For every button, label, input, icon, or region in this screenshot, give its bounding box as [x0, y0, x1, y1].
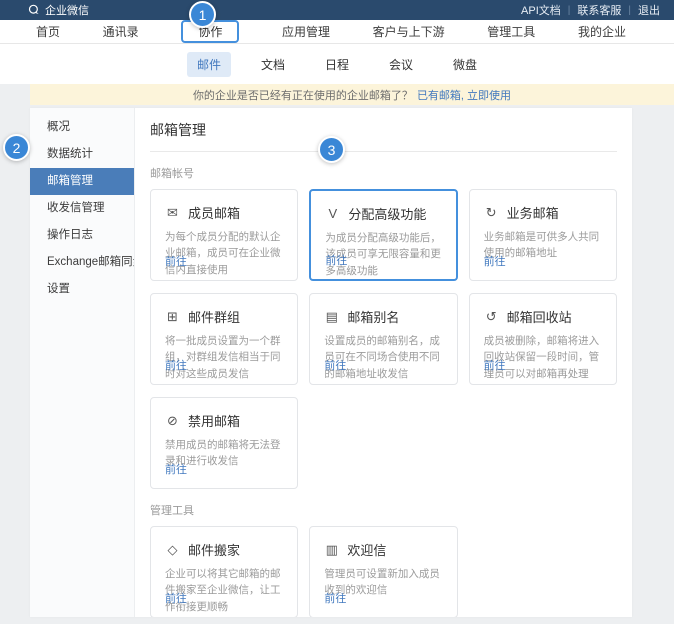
- notice-text: 你的企业是否已经有正在使用的企业邮箱了？: [193, 87, 413, 103]
- card-title: 业务邮箱: [507, 203, 559, 222]
- sidebar-item-mailbox-management[interactable]: 邮箱管理: [30, 168, 134, 195]
- card-title: 分配高级功能: [348, 204, 426, 223]
- card-title: 邮箱别名: [347, 307, 399, 326]
- card-advanced-features: V 分配高级功能 为成员分配高级功能后，该成员可享无限容量和更多高级功能 前往: [309, 189, 457, 281]
- card-title: 成员邮箱: [188, 203, 240, 222]
- main-nav: 首页 通讯录 协作 应用管理 客户与上下游 管理工具 我的企业: [0, 20, 674, 44]
- tab-calendar[interactable]: 日程: [315, 52, 359, 77]
- alias-doc-icon: ▤: [324, 309, 339, 325]
- tab-drive[interactable]: 微盘: [443, 52, 487, 77]
- card-business-mailbox: ↻ 业务邮箱 业务邮箱是可供多人共同使用的邮箱地址 前往: [469, 189, 617, 281]
- nav-item-admin-tools[interactable]: 管理工具: [487, 23, 535, 40]
- mailbox-notice-bar: 你的企业是否已经有正在使用的企业邮箱了？ 已有邮箱, 立即使用: [30, 84, 674, 105]
- card-title: 欢迎信: [347, 540, 386, 559]
- go-link[interactable]: 前往: [484, 253, 506, 269]
- chat-bubble-logo-icon: [28, 4, 40, 16]
- sidebar-item-overview[interactable]: 概况: [30, 114, 134, 141]
- card-mailbox-alias: ▤ 邮箱别名 设置成员的邮箱别名，成员可在不同场合使用不同的邮箱地址收发信 前往: [309, 293, 457, 385]
- sidebar-item-statistics[interactable]: 数据统计: [30, 141, 134, 168]
- card-title: 邮箱回收站: [507, 307, 572, 326]
- step-badge-3: 3: [318, 136, 345, 163]
- card-mailbox-recycle-bin: ↺ 邮箱回收站 成员被删除，邮箱将进入回收站保留一段时间，管理员可以对邮箱再处理…: [469, 293, 617, 385]
- sidebar: 概况 数据统计 邮箱管理 收发信管理 操作日志 Exchange邮箱同步 设置: [30, 108, 135, 617]
- tab-docs[interactable]: 文档: [251, 52, 295, 77]
- welcome-letter-icon: ▥: [324, 542, 339, 558]
- tab-meeting[interactable]: 会议: [379, 52, 423, 77]
- go-link[interactable]: 前往: [165, 357, 187, 373]
- card-mail-migration: ◇ 邮件搬家 企业可以将其它邮箱的邮件搬家至企业微信，让工作衔接更顺畅 前往: [150, 526, 298, 617]
- go-link[interactable]: 前往: [484, 357, 506, 373]
- logout-link[interactable]: 退出: [638, 2, 660, 18]
- topbar: 企业微信 API文档 | 联系客服 | 退出: [0, 0, 674, 20]
- sync-icon: ↻: [484, 205, 499, 221]
- go-link[interactable]: 前往: [324, 590, 346, 606]
- vip-crown-icon: V: [325, 206, 340, 221]
- divider: |: [568, 5, 571, 16]
- step-badge-1: 1: [189, 1, 216, 28]
- group-copy-icon: ⊞: [165, 309, 180, 325]
- topbar-links: API文档 | 联系客服 | 退出: [521, 2, 660, 18]
- card-disable-mailbox: ⊘ 禁用邮箱 禁用成员的邮箱将无法登录和进行收发信 前往: [150, 397, 298, 489]
- go-link[interactable]: 前往: [165, 253, 187, 269]
- nav-item-customers[interactable]: 客户与上下游: [373, 23, 445, 40]
- account-card-grid: ✉ 成员邮箱 为每个成员分配的默认企业邮箱，成员可在企业微信内直接使用 前往 V…: [150, 189, 617, 489]
- step-badge-2: 2: [3, 134, 30, 161]
- nav-item-my-company[interactable]: 我的企业: [578, 23, 626, 40]
- tools-card-grid: ◇ 邮件搬家 企业可以将其它邮箱的邮件搬家至企业微信，让工作衔接更顺畅 前往 ▥…: [150, 526, 617, 617]
- card-title: 禁用邮箱: [188, 411, 240, 430]
- ban-icon: ⊘: [165, 413, 180, 429]
- contact-support-link[interactable]: 联系客服: [577, 2, 621, 18]
- card-mail-group: ⊞ 邮件群组 将一批成员设置为一个群组，对群组发信相当于同时对这些成员发信 前往: [150, 293, 298, 385]
- recycle-icon: ↺: [484, 309, 499, 325]
- package-icon: ◇: [165, 542, 180, 558]
- sidebar-item-operation-log[interactable]: 操作日志: [30, 222, 134, 249]
- go-link[interactable]: 前往: [324, 357, 346, 373]
- nav-item-home[interactable]: 首页: [36, 23, 60, 40]
- section-label-tools: 管理工具: [150, 502, 617, 518]
- api-docs-link[interactable]: API文档: [521, 2, 561, 18]
- go-link[interactable]: 前往: [165, 461, 187, 477]
- main-content: 邮箱管理 邮箱帐号 ✉ 成员邮箱 为每个成员分配的默认企业邮箱，成员可在企业微信…: [135, 108, 632, 617]
- existing-mailbox-link[interactable]: 已有邮箱, 立即使用: [417, 87, 511, 103]
- envelope-icon: ✉: [165, 205, 180, 221]
- sidebar-item-send-receive[interactable]: 收发信管理: [30, 195, 134, 222]
- divider: [150, 151, 617, 152]
- card-title: 邮件群组: [188, 307, 240, 326]
- sidebar-item-exchange-sync[interactable]: Exchange邮箱同步: [30, 249, 134, 276]
- sidebar-item-settings[interactable]: 设置: [30, 276, 134, 303]
- go-link[interactable]: 前往: [325, 252, 347, 268]
- mail-admin-panel: 概况 数据统计 邮箱管理 收发信管理 操作日志 Exchange邮箱同步 设置 …: [30, 108, 632, 617]
- card-title: 邮件搬家: [188, 540, 240, 559]
- tab-mail[interactable]: 邮件: [187, 52, 231, 77]
- nav-item-contacts[interactable]: 通讯录: [103, 23, 139, 40]
- card-welcome-letter: ▥ 欢迎信 管理员可设置新加入成员收到的欢迎信 前往: [309, 526, 457, 617]
- page-title: 邮箱管理: [150, 120, 617, 140]
- go-link[interactable]: 前往: [165, 590, 187, 606]
- card-member-mailbox: ✉ 成员邮箱 为每个成员分配的默认企业邮箱，成员可在企业微信内直接使用 前往: [150, 189, 298, 281]
- nav-item-app-management[interactable]: 应用管理: [282, 23, 330, 40]
- section-label-accounts: 邮箱帐号: [150, 165, 617, 181]
- divider: |: [628, 5, 631, 16]
- app-logo-text: 企业微信: [45, 2, 89, 18]
- collaboration-subtabs: 邮件 文档 日程 会议 微盘: [0, 44, 674, 84]
- app-logo: 企业微信: [28, 2, 89, 18]
